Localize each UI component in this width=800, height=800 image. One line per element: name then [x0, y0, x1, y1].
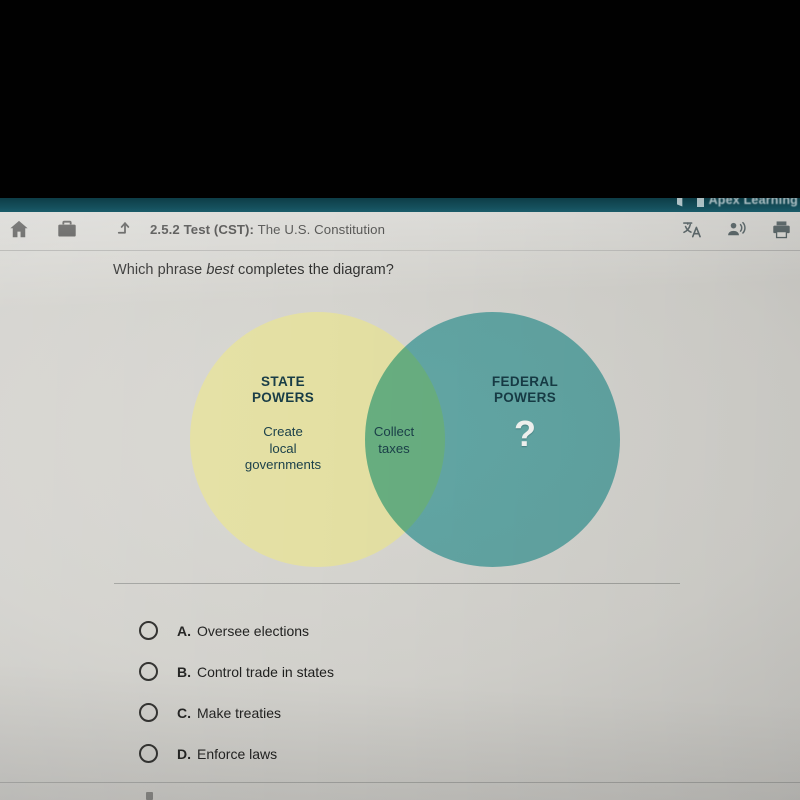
- answers-divider: [114, 583, 680, 584]
- toolbar-divider: [0, 250, 800, 251]
- page-title: 2.5.2 Test (CST): The U.S. Constitution: [150, 222, 385, 237]
- read-aloud-icon[interactable]: [726, 219, 747, 240]
- answer-letter-d: D.: [177, 745, 191, 762]
- answer-option-b[interactable]: B. Control trade in states: [139, 651, 659, 692]
- briefcase-icon[interactable]: [54, 216, 80, 242]
- venn-label-state-line2: POWERS: [251, 389, 315, 405]
- toolbar-right-group: [681, 212, 792, 246]
- venn-label-state-powers: STATE POWERS: [208, 374, 358, 406]
- answer-options-list: A. Oversee elections B. Control trade in…: [139, 610, 659, 774]
- letterbox-top: [0, 0, 800, 198]
- answer-option-c[interactable]: C. Make treaties: [139, 692, 659, 733]
- venn-item-state-line3: governments: [244, 457, 322, 473]
- question-text-before: Which phrase: [113, 262, 207, 278]
- lesson-page: 2.5.2 Test (CST): The U.S. Constitution: [0, 212, 800, 800]
- venn-item-intersection: Collect taxes: [348, 424, 440, 457]
- venn-item-intersection-line2: taxes: [378, 440, 410, 456]
- venn-label-state-line1: STATE: [261, 374, 305, 389]
- answer-text-a: Oversee elections: [197, 622, 310, 639]
- venn-item-state-line2: local: [269, 440, 297, 456]
- answer-text-b: Control trade in states: [197, 663, 334, 680]
- question-text-after: completes the diagram?: [233, 262, 394, 278]
- radio-button-c[interactable]: [139, 703, 158, 722]
- venn-item-state-powers: Create local governments: [200, 424, 366, 474]
- partial-next-option-marker: [146, 792, 153, 800]
- answer-text-c: Make treaties: [197, 704, 282, 721]
- question-prompt: Which phrase best completes the diagram?: [113, 262, 394, 278]
- translate-icon[interactable]: [681, 219, 702, 240]
- question-emphasis: best: [206, 262, 234, 278]
- screenshot-root: Apex Learning 2.5.2 Test (CST): The U.S.…: [0, 0, 800, 800]
- print-icon[interactable]: [771, 219, 792, 240]
- venn-label-federal-powers: FEDERAL POWERS: [450, 374, 600, 406]
- brand-name: Apex Learning: [708, 198, 798, 207]
- apex-logo-icon: [676, 198, 683, 207]
- page-title-name: The U.S. Constitution: [257, 221, 386, 237]
- venn-label-federal-line2: POWERS: [493, 389, 557, 405]
- radio-button-d[interactable]: [139, 744, 158, 763]
- answer-letter-b: B.: [177, 663, 191, 680]
- toolbar: 2.5.2 Test (CST): The U.S. Constitution: [0, 212, 800, 246]
- radio-button-b[interactable]: [139, 662, 158, 681]
- answer-letter-a: A.: [177, 622, 191, 639]
- answer-option-a[interactable]: A. Oversee elections: [139, 610, 659, 651]
- venn-item-state-line1: Create: [263, 424, 303, 439]
- brand-logo: Apex Learning: [676, 198, 798, 207]
- answer-text-d: Enforce laws: [197, 745, 278, 762]
- apex-logo-icon-bar: [696, 198, 704, 207]
- venn-label-federal-line1: FEDERAL: [491, 374, 559, 389]
- toolbar-left-group: 2.5.2 Test (CST): The U.S. Constitution: [0, 216, 385, 242]
- home-icon[interactable]: [6, 216, 32, 242]
- bottom-divider: [0, 782, 800, 783]
- return-arrow-icon[interactable]: [114, 218, 136, 240]
- answer-option-d[interactable]: D. Enforce laws: [139, 733, 659, 774]
- page-title-id: 2.5.2 Test (CST):: [150, 221, 255, 237]
- radio-button-a[interactable]: [139, 621, 158, 640]
- venn-item-intersection-line1: Collect: [373, 424, 415, 439]
- answer-letter-c: C.: [177, 704, 191, 721]
- venn-diagram: STATE POWERS Create local governments Co…: [190, 312, 620, 567]
- venn-missing-item-question-mark: ?: [514, 413, 536, 454]
